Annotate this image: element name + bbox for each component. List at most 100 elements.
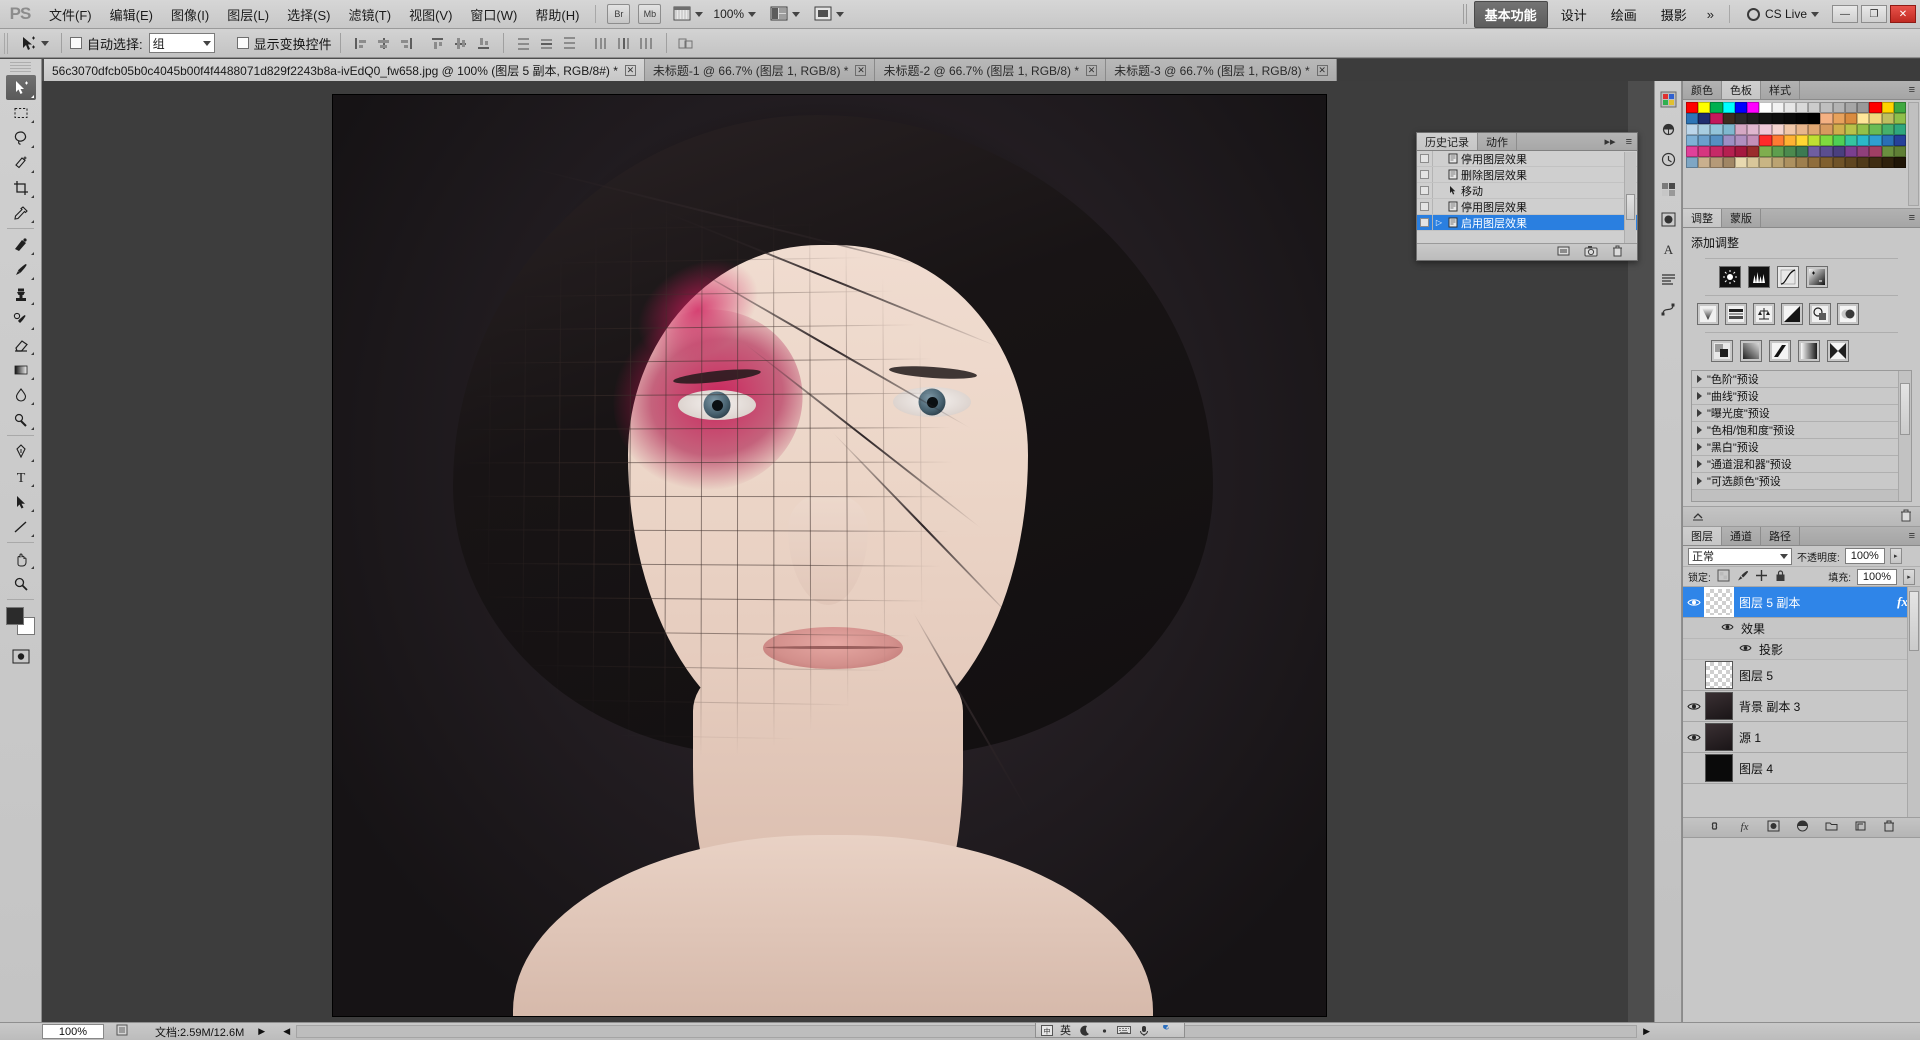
toolbox-grip[interactable] [10, 62, 31, 72]
preset-row-4[interactable]: "黑白"预设 [1692, 439, 1898, 456]
color-swatch-42[interactable] [1759, 124, 1771, 135]
history-entry-2[interactable]: 移动 [1417, 183, 1637, 199]
color-swatch-28[interactable] [1808, 113, 1820, 124]
paths-icon[interactable] [1656, 297, 1680, 321]
delete-adjustment-icon[interactable] [1900, 509, 1912, 525]
tab-masks[interactable]: 蒙版 [1722, 209, 1761, 227]
tool-dodge[interactable] [6, 407, 36, 432]
color-swatch-16[interactable] [1882, 102, 1894, 113]
history-icon[interactable] [1656, 147, 1680, 171]
layers-panel-menu-icon[interactable]: ≡ [1904, 527, 1920, 545]
color-swatch-77[interactable] [1747, 146, 1759, 157]
color-swatch-25[interactable] [1772, 113, 1784, 124]
menu-help[interactable]: 帮助(H) [526, 1, 588, 28]
color-swatch-44[interactable] [1784, 124, 1796, 135]
auto-select-dropdown[interactable]: 组 [149, 33, 215, 53]
color-swatch-26[interactable] [1784, 113, 1796, 124]
document-image[interactable] [333, 95, 1326, 1016]
menu-file[interactable]: 文件(F) [40, 1, 101, 28]
layer-thumbnail-3[interactable] [1705, 723, 1733, 751]
distribute-horizontal-centers-icon[interactable] [614, 34, 633, 53]
menu-window[interactable]: 窗口(W) [461, 1, 526, 28]
layer-row-0[interactable]: 图层 5 副本 fx ▲ [1683, 587, 1920, 618]
status-info-arrow-icon[interactable]: ▶ [258, 1026, 265, 1037]
canvas-area[interactable] [42, 81, 1628, 1022]
tab-adjustments[interactable]: 调整 [1683, 209, 1722, 227]
foreground-background-color-swatches[interactable] [5, 606, 37, 636]
color-swatch-36[interactable] [1686, 124, 1698, 135]
mini-bridge-icon[interactable]: Mb [638, 4, 661, 24]
color-swatch-92[interactable] [1710, 157, 1722, 168]
color-swatch-79[interactable] [1772, 146, 1784, 157]
canvas-hscroll-left-arrow-icon[interactable]: ◀ [283, 1026, 290, 1037]
history-snapshot-toggle-0[interactable] [1417, 151, 1433, 166]
color-swatch-56[interactable] [1710, 135, 1722, 146]
color-swatch-87[interactable] [1869, 146, 1881, 157]
tab-actions[interactable]: 动作 [1478, 133, 1517, 150]
invert-icon[interactable] [1711, 340, 1733, 362]
gradient-map-icon[interactable] [1798, 340, 1820, 362]
history-entry-3[interactable]: 停用图层效果 [1417, 199, 1637, 215]
distribute-vertical-centers-icon[interactable] [537, 34, 556, 53]
distribute-right-edges-icon[interactable] [637, 34, 656, 53]
tool-gradient[interactable] [6, 357, 36, 382]
color-swatch-106[interactable] [1882, 157, 1894, 168]
color-swatch-91[interactable] [1698, 157, 1710, 168]
tool-spot-healing-brush[interactable] [6, 232, 36, 257]
history-panel-menu-icon[interactable]: ≡ [1621, 133, 1637, 150]
layer-row-4[interactable]: 图层 4 [1683, 753, 1920, 784]
tab-color[interactable]: 颜色 [1683, 81, 1722, 99]
color-swatch-72[interactable] [1686, 146, 1698, 157]
view-extras-chevron-down-icon[interactable] [695, 12, 703, 17]
show-transform-controls-checkbox[interactable] [237, 37, 249, 49]
align-bottom-edges-icon[interactable] [474, 34, 493, 53]
history-snapshot-toggle-2[interactable] [1417, 183, 1433, 198]
tab-layers[interactable]: 图层 [1683, 527, 1722, 545]
color-swatch-4[interactable] [1735, 102, 1747, 113]
tab-history[interactable]: 历史记录 [1417, 133, 1478, 150]
color-swatch-84[interactable] [1833, 146, 1845, 157]
character-icon[interactable]: A [1656, 237, 1680, 261]
history-collapse-icon[interactable]: ▸▸ [1600, 133, 1621, 150]
preset-row-2[interactable]: "曝光度"预设 [1692, 405, 1898, 422]
new-snapshot-icon[interactable] [1584, 245, 1598, 260]
arrange-chevron-down-icon[interactable] [792, 12, 800, 17]
color-swatch-57[interactable] [1723, 135, 1735, 146]
history-snapshot-toggle-3[interactable] [1417, 199, 1433, 214]
color-swatch-105[interactable] [1869, 157, 1881, 168]
color-swatch-107[interactable] [1894, 157, 1906, 168]
delete-layer-icon[interactable] [1883, 820, 1895, 835]
canvas-horizontal-scrollbar[interactable] [296, 1025, 1637, 1038]
tool-crop[interactable] [6, 175, 36, 200]
opacity-input[interactable]: 100% [1845, 548, 1885, 564]
threshold-icon[interactable] [1769, 340, 1791, 362]
link-layers-icon[interactable] [1709, 820, 1722, 835]
color-swatch-88[interactable] [1882, 146, 1894, 157]
history-panel[interactable]: 历史记录 动作 ▸▸ ≡ 停用图层效果 删除图层效果 移动 [1416, 132, 1638, 261]
color-swatch-69[interactable] [1869, 135, 1881, 146]
new-group-icon[interactable] [1825, 820, 1838, 835]
color-swatch-93[interactable] [1723, 157, 1735, 168]
delete-state-icon[interactable] [1612, 245, 1623, 260]
color-swatch-17[interactable] [1894, 102, 1906, 113]
tool-lasso[interactable] [6, 125, 36, 150]
color-swatch-8[interactable] [1784, 102, 1796, 113]
layer-thumbnail-2[interactable] [1705, 692, 1733, 720]
align-top-edges-icon[interactable] [428, 34, 447, 53]
color-swatch-11[interactable] [1820, 102, 1832, 113]
color-swatch-3[interactable] [1723, 102, 1735, 113]
color-swatch-89[interactable] [1894, 146, 1906, 157]
color-swatch-24[interactable] [1759, 113, 1771, 124]
window-minimize-button[interactable]: — [1832, 5, 1858, 23]
canvas-hscroll-right-arrow-icon[interactable]: ▶ [1643, 1026, 1650, 1037]
color-swatch-7[interactable] [1772, 102, 1784, 113]
layer-visibility-toggle-3[interactable] [1683, 732, 1705, 743]
color-swatch-14[interactable] [1857, 102, 1869, 113]
color-swatch-29[interactable] [1820, 113, 1832, 124]
color-swatch-47[interactable] [1820, 124, 1832, 135]
color-swatch-68[interactable] [1857, 135, 1869, 146]
layer-visibility-toggle-2[interactable] [1683, 701, 1705, 712]
workspace-photography[interactable]: 摄影 [1650, 1, 1698, 28]
distribute-top-edges-icon[interactable] [514, 34, 533, 53]
new-layer-icon[interactable] [1854, 820, 1867, 835]
